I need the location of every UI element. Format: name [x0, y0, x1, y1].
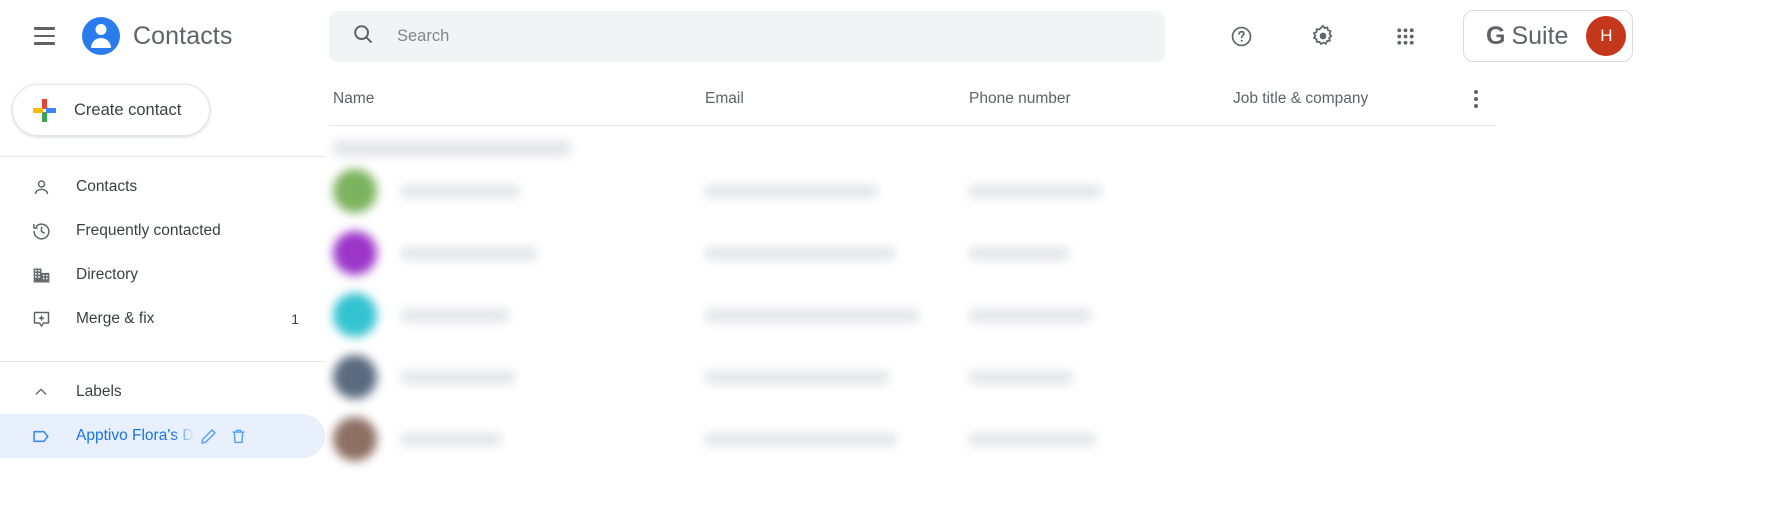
- sidebar-item-label: Directory: [76, 266, 139, 283]
- hamburger-menu-icon[interactable]: [22, 14, 66, 58]
- top-bar-icons: G Suite H: [1217, 10, 1634, 62]
- apps-grid-icon[interactable]: [1381, 12, 1429, 60]
- labels-section-title: Labels: [76, 383, 122, 400]
- cell-phone: [969, 370, 1233, 384]
- cell-phone: [969, 308, 1233, 322]
- sidebar-label-name: Apptivo Flora's D: [76, 427, 194, 444]
- redacted-phone: [969, 432, 1095, 446]
- redacted-name: [401, 184, 519, 198]
- building-icon: [30, 264, 52, 286]
- redacted-name: [401, 432, 501, 446]
- sidebar-item-frequently-contacted[interactable]: Frequently contacted: [0, 209, 325, 253]
- create-contact-wrap: Create contact: [0, 72, 325, 136]
- create-contact-label: Create contact: [74, 100, 182, 119]
- sidebar: Contacts Create contact Contacts Frequen…: [0, 0, 325, 520]
- label-tag-icon: [30, 425, 52, 447]
- redacted-email: [705, 184, 877, 198]
- contact-avatar: [333, 293, 377, 337]
- labels-section-header[interactable]: Labels: [0, 370, 325, 414]
- contact-avatar: [333, 169, 377, 213]
- sidebar-item-directory[interactable]: Directory: [0, 253, 325, 297]
- history-clock-icon: [30, 220, 52, 242]
- contact-avatar: [333, 417, 377, 461]
- cell-phone: [969, 184, 1233, 198]
- create-contact-button[interactable]: Create contact: [12, 84, 211, 136]
- merge-fix-icon: [30, 308, 52, 330]
- contact-avatar: [333, 355, 377, 399]
- redacted-phone: [969, 184, 1101, 198]
- table-row[interactable]: [329, 408, 1768, 470]
- redacted-name: [401, 246, 537, 260]
- sidebar-label-item[interactable]: Apptivo Flora's D: [0, 414, 325, 458]
- contacts-person-logo-icon: [82, 17, 120, 55]
- redacted-name: [401, 370, 515, 384]
- pencil-edit-icon[interactable]: [194, 427, 224, 446]
- cell-email: [705, 246, 969, 260]
- gsuite-badge[interactable]: G Suite H: [1463, 10, 1634, 62]
- sidebar-divider-labels: [0, 361, 325, 362]
- table-row[interactable]: [329, 284, 1768, 346]
- redacted-email: [705, 246, 895, 260]
- person-outline-icon: [30, 176, 52, 198]
- sidebar-item-contacts[interactable]: Contacts: [0, 165, 325, 209]
- cell-phone: [969, 246, 1233, 260]
- table-row[interactable]: [329, 222, 1768, 284]
- table-row[interactable]: [329, 346, 1768, 408]
- cell-name: [329, 293, 705, 337]
- brand-bar: Contacts: [0, 0, 325, 72]
- page-title: Contacts: [133, 21, 233, 50]
- table-header-row: Name Email Phone number Job title & comp…: [329, 72, 1496, 126]
- redacted-email: [705, 308, 919, 322]
- gear-settings-icon[interactable]: [1299, 12, 1347, 60]
- cell-email: [705, 308, 969, 322]
- redacted-phone: [969, 308, 1091, 322]
- contact-avatar: [333, 231, 377, 275]
- contacts-table: Name Email Phone number Job title & comp…: [325, 72, 1768, 470]
- sidebar-item-merge-and-fix[interactable]: Merge & fix 1: [0, 297, 325, 341]
- search-bar[interactable]: [329, 10, 1165, 62]
- sidebar-item-label: Contacts: [76, 178, 138, 195]
- help-question-circle-icon[interactable]: [1217, 12, 1265, 60]
- cell-name: [329, 355, 705, 399]
- column-header-email[interactable]: Email: [705, 90, 969, 108]
- cell-email: [705, 184, 969, 198]
- column-header-job-title-company[interactable]: Job title & company: [1233, 90, 1456, 108]
- redacted-name: [401, 308, 509, 322]
- cell-name: [329, 169, 705, 213]
- list-bottom-fade: [325, 494, 1768, 520]
- redacted-email: [705, 432, 897, 446]
- redacted-email: [705, 370, 889, 384]
- cell-email: [705, 432, 969, 446]
- google-plus-icon: [33, 98, 56, 122]
- sidebar-item-label: Merge & fix: [76, 310, 155, 327]
- table-row[interactable]: [329, 160, 1768, 222]
- column-header-name[interactable]: Name: [329, 90, 705, 108]
- chevron-up-icon: [30, 381, 52, 403]
- gsuite-word: Suite: [1511, 21, 1569, 50]
- trash-delete-icon[interactable]: [224, 427, 254, 446]
- top-bar: G Suite H: [325, 0, 1768, 72]
- cell-name: [329, 231, 705, 275]
- contacts-group-header: [329, 126, 1768, 160]
- contacts-app: Contacts Create contact Contacts Frequen…: [0, 0, 1768, 520]
- cell-name: [329, 417, 705, 461]
- contacts-row-list: [329, 160, 1768, 470]
- gsuite-g-letter: G: [1486, 21, 1506, 50]
- merge-fix-count-badge: 1: [291, 311, 299, 327]
- sidebar-item-label: Frequently contacted: [76, 222, 221, 239]
- redacted-phone: [969, 246, 1069, 260]
- cell-email: [705, 370, 969, 384]
- avatar[interactable]: H: [1586, 16, 1627, 56]
- search-input[interactable]: [397, 26, 1165, 46]
- cell-phone: [969, 432, 1233, 446]
- main-pane: G Suite H Name Email Phone number Job ti…: [325, 0, 1768, 520]
- more-vertical-icon[interactable]: [1456, 89, 1496, 108]
- sidebar-divider-top: [0, 156, 325, 157]
- redacted-group-label: [333, 140, 571, 156]
- redacted-phone: [969, 370, 1073, 384]
- search-icon: [351, 22, 375, 51]
- column-header-phone-number[interactable]: Phone number: [969, 90, 1233, 108]
